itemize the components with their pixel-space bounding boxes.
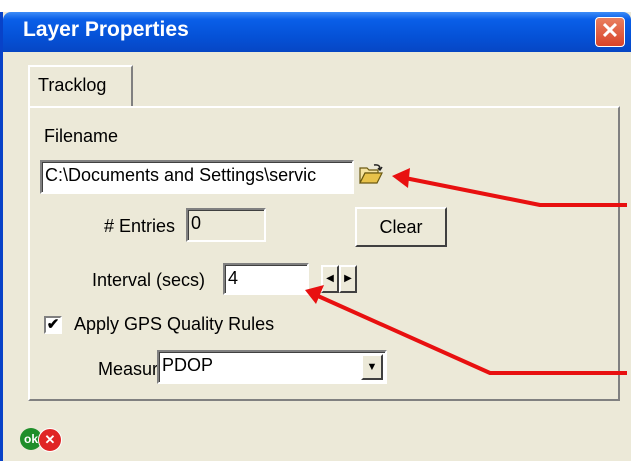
annotation-arrows xyxy=(305,168,627,375)
